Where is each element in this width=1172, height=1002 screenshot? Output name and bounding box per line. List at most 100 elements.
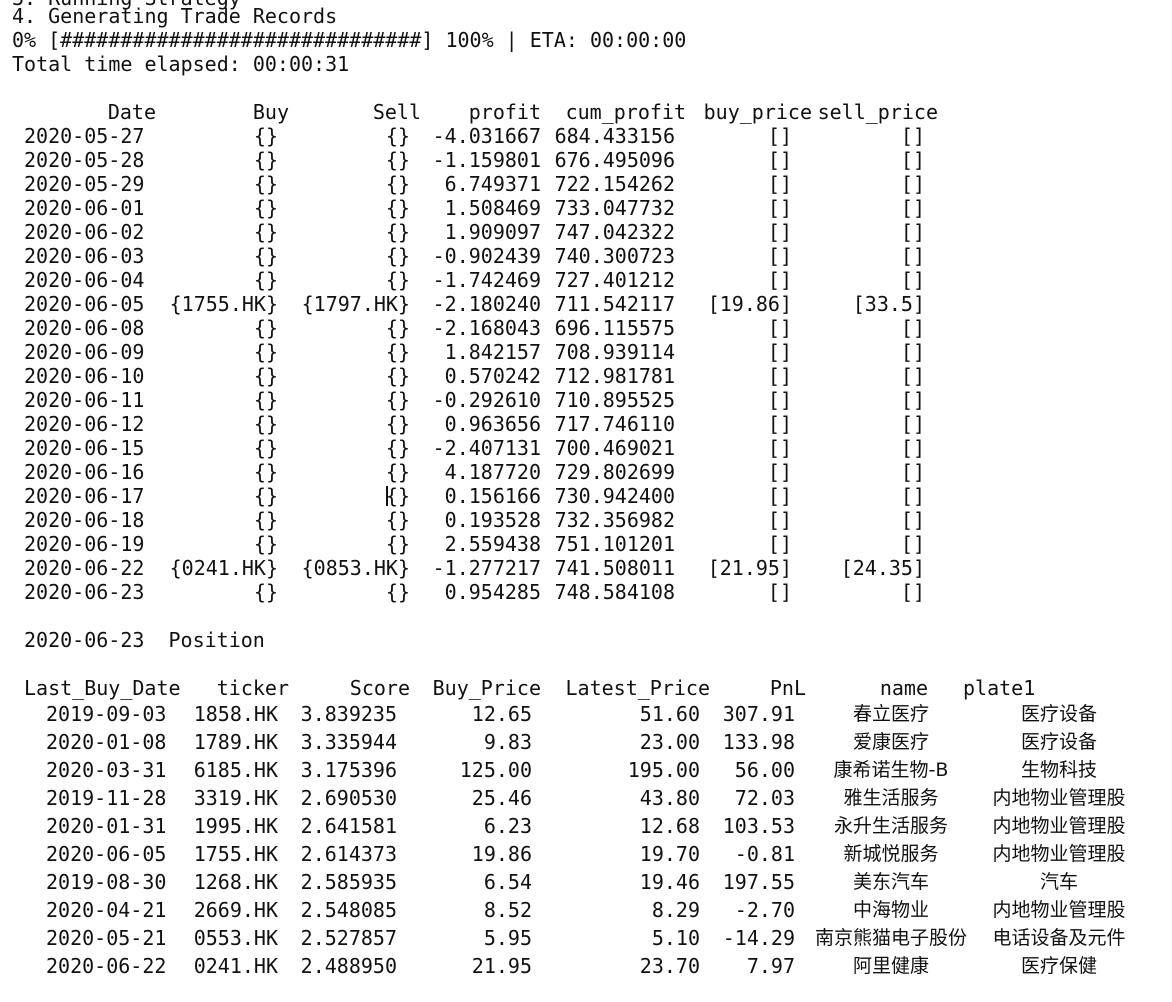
cell-date: 2020-06-11 [24, 388, 145, 412]
cell-sell-price: [24.35] [840, 556, 925, 580]
cell-ticker: 1789.HK [193, 730, 278, 754]
cell-profit: 0.156166 [444, 484, 541, 508]
cell-profit: 0.963656 [444, 412, 541, 436]
cell-buy: {} [253, 268, 278, 292]
cell-latest-price: 23.70 [639, 954, 700, 978]
cell-ticker: 3319.HK [193, 786, 278, 810]
cell-latest-price: 19.70 [639, 842, 700, 866]
cell-latest-price: 51.60 [639, 702, 700, 726]
cell-score: 2.548085 [300, 898, 397, 922]
col-header-last-buy-date: Last_Buy_Date [24, 676, 181, 700]
cell-date: 2020-06-23 [24, 580, 145, 604]
cell-cum-profit: 747.042322 [554, 220, 675, 244]
cell-date: 2020-06-05 [24, 292, 145, 316]
cell-buy: {} [253, 460, 278, 484]
cell-sell-price: [] [900, 364, 925, 388]
cell-buy: {} [253, 196, 278, 220]
cell-cum-profit: 711.542117 [554, 292, 675, 316]
cell-score: 2.614373 [300, 842, 397, 866]
cell-date: 2020-06-15 [24, 436, 145, 460]
cell-buy-price: 8.52 [483, 898, 532, 922]
cell-cum-profit: 751.101201 [554, 532, 675, 556]
terminal-output: 3. Running Strategy 4. Generating Trade … [0, 0, 1172, 1002]
cell-date: 2020-06-12 [24, 412, 145, 436]
cell-sell: {} [385, 436, 410, 460]
cell-ticker: 2669.HK [193, 898, 278, 922]
cell-sell: {} [385, 340, 410, 364]
cell-latest-price: 5.10 [651, 926, 700, 950]
cell-date: 2020-05-28 [24, 148, 145, 172]
cell-last-buy-date: 2020-01-31 [46, 814, 167, 838]
cell-cum-profit: 730.942400 [554, 484, 675, 508]
cell-sell-price: [] [900, 340, 925, 364]
cell-buy-price: [21.95] [707, 556, 792, 580]
cell-date: 2020-05-29 [24, 172, 145, 196]
cell-sell-price: [] [900, 196, 925, 220]
cell-buy: {} [253, 580, 278, 604]
cell-score: 3.839235 [300, 702, 397, 726]
cell-profit: 0.193528 [444, 508, 541, 532]
cell-cum-profit: 727.401212 [554, 268, 675, 292]
cell-sell: {} [385, 532, 410, 556]
cell-buy-price: [] [767, 220, 792, 244]
cell-score: 2.585935 [300, 870, 397, 894]
cell-plate1: 电话设备及元件 [992, 927, 1126, 949]
cell-cum-profit: 708.939114 [554, 340, 675, 364]
cell-pnl: 307.91 [722, 702, 795, 726]
cell-buy-price: 6.23 [483, 814, 532, 838]
col-header-latest-price: Latest_Price [565, 676, 711, 700]
cell-cum-profit: 710.895525 [554, 388, 675, 412]
cell-score: 3.175396 [300, 758, 397, 782]
cell-buy: {} [253, 508, 278, 532]
cell-name: 春立医疗 [852, 703, 929, 725]
cell-sell-price: [] [900, 220, 925, 244]
cell-pnl: -2.70 [734, 898, 795, 922]
cell-sell-price: [] [900, 460, 925, 484]
cell-score: 3.335944 [300, 730, 397, 754]
cell-profit: -1.277217 [432, 556, 541, 580]
cell-profit: 4.187720 [444, 460, 541, 484]
cell-date: 2020-06-01 [24, 196, 145, 220]
cell-sell-price: [] [900, 436, 925, 460]
cell-cum-profit: 712.981781 [554, 364, 675, 388]
col-header-buy: Buy [252, 100, 289, 124]
cell-date: 2020-06-10 [24, 364, 145, 388]
cell-pnl: 103.53 [722, 814, 795, 838]
cell-sell-price: [] [900, 532, 925, 556]
cell-buy-price: [] [767, 412, 792, 436]
col-header-plate1: plate1 [963, 676, 1036, 700]
step-title: 4. Generating Trade Records [12, 4, 338, 28]
cell-sell-price: [33.5] [852, 292, 925, 316]
cell-sell: {} [385, 484, 410, 508]
cell-cum-profit: 696.115575 [554, 316, 675, 340]
cell-sell: {} [385, 124, 410, 148]
cell-ticker: 1995.HK [193, 814, 278, 838]
cell-buy: {} [253, 340, 278, 364]
cell-last-buy-date: 2020-01-08 [46, 730, 167, 754]
cell-buy-price: [] [767, 268, 792, 292]
cell-sell: {} [385, 220, 410, 244]
col-header-profit: profit [468, 100, 541, 124]
cell-name: 阿里健康 [852, 955, 929, 977]
col-header-name: name [879, 676, 928, 700]
cell-last-buy-date: 2019-08-30 [46, 870, 167, 894]
cell-score: 2.527857 [300, 926, 397, 950]
cell-pnl: 197.55 [722, 870, 795, 894]
cell-score: 2.641581 [300, 814, 397, 838]
cell-profit: 0.570242 [444, 364, 541, 388]
cell-plate1: 医疗设备 [1020, 731, 1097, 753]
cell-profit: -0.902439 [432, 244, 541, 268]
cell-score: 2.488950 [300, 954, 397, 978]
cell-buy-price: [] [767, 580, 792, 604]
cell-buy: {} [253, 316, 278, 340]
cell-profit: -2.180240 [432, 292, 541, 316]
cell-buy-price: [] [767, 508, 792, 532]
progress-bar-line: 0% [##############################] 100%… [12, 28, 687, 52]
cell-plate1: 内地物业管理股 [992, 815, 1126, 837]
cell-name: 美东汽车 [852, 871, 929, 893]
col-header-ticker: ticker [216, 676, 289, 700]
cell-cum-profit: 676.495096 [554, 148, 675, 172]
cell-sell: {} [385, 388, 410, 412]
cell-date: 2020-06-18 [24, 508, 145, 532]
cell-plate1: 内地物业管理股 [992, 787, 1126, 809]
